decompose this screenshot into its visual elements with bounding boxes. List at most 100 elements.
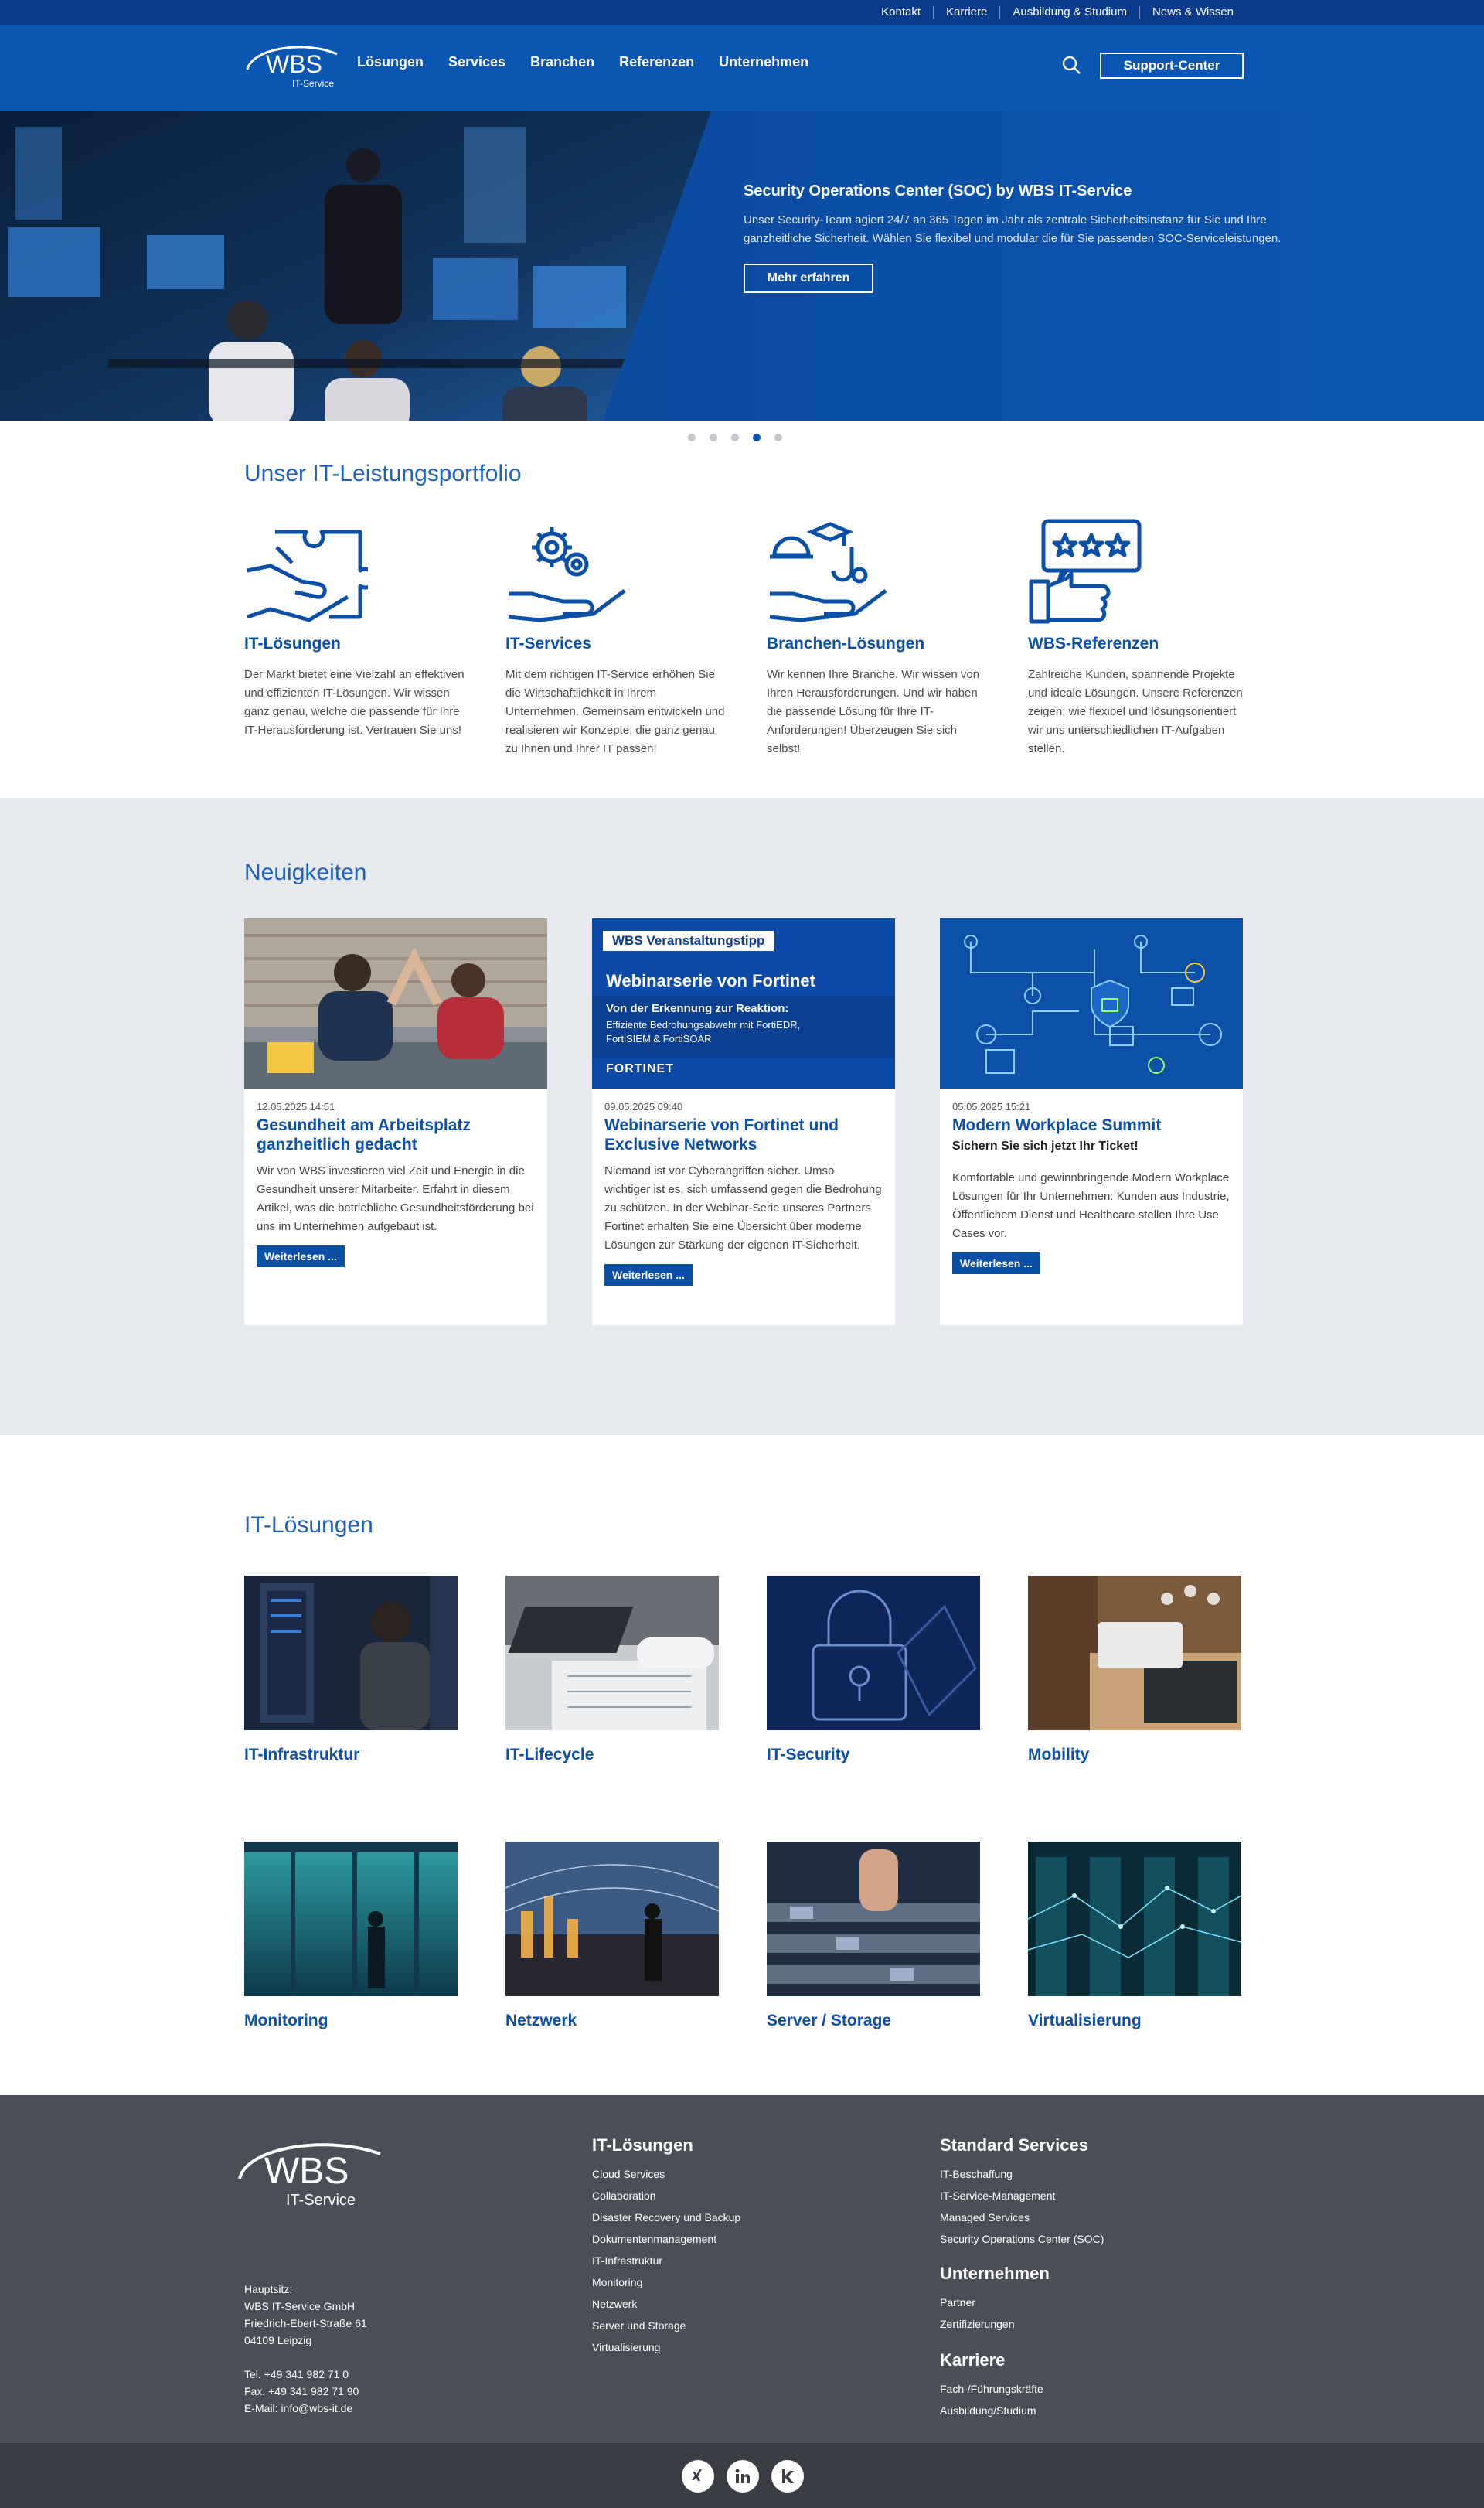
nav-unternehmen[interactable]: Unternehmen [719, 54, 808, 70]
read-more-button[interactable]: Weiterlesen ... [604, 1264, 693, 1286]
link-karriere[interactable]: Karriere [933, 6, 999, 19]
footer-link[interactable]: IT-Beschaffung [940, 2163, 1104, 2185]
footer-wbs-logo[interactable]: WBS IT-Service [237, 2135, 383, 2210]
solution-label[interactable]: Monitoring [244, 2012, 458, 2030]
footer-link[interactable]: Cloud Services [592, 2163, 740, 2185]
footer-link[interactable]: Zertifizierungen [940, 2313, 1050, 2335]
address-line: Friedrich-Ebert-Straße 61 [244, 2317, 367, 2329]
solution-tile-server-storage[interactable]: Server / Storage [767, 1842, 980, 2030]
news-title[interactable]: Webinarserie von Fortinet und Exclusive … [604, 1116, 883, 1154]
news-text: Niemand ist vor Cyberangriffen sicher. U… [604, 1164, 882, 1252]
news-title[interactable]: Modern Workplace Summit [952, 1116, 1230, 1135]
footer-link[interactable]: Monitoring [592, 2271, 740, 2293]
link-news[interactable]: News & Wissen [1139, 6, 1246, 19]
footer-link[interactable]: Collaboration [592, 2185, 740, 2206]
solution-label[interactable]: IT-Lifecycle [505, 1746, 719, 1764]
news-title: Neuigkeiten [244, 860, 367, 885]
slider-dot-1[interactable] [688, 434, 696, 441]
footer-link[interactable]: Disaster Recovery und Backup [592, 2206, 740, 2228]
news-text: Komfortable und gewinnbringende Modern W… [952, 1171, 1230, 1240]
portfolio-item-title[interactable]: IT-Services [505, 635, 730, 653]
footer-col-it-loesungen: IT-Lösungen Cloud Services Collaboration… [592, 2135, 740, 2358]
nav-loesungen[interactable]: Lösungen [357, 54, 424, 70]
slider-dot-2[interactable] [710, 434, 717, 441]
kununu-icon[interactable] [771, 2460, 804, 2493]
solution-tile-netzwerk[interactable]: Netzwerk [505, 1842, 719, 2030]
support-center-button[interactable]: Support-Center [1100, 53, 1244, 79]
footer-link[interactable]: Dokumentenmanagement [592, 2228, 740, 2250]
solution-image [1028, 1842, 1241, 1996]
search-icon[interactable] [1060, 54, 1082, 76]
solution-label[interactable]: Virtualisierung [1028, 2012, 1241, 2030]
news-image-health [244, 918, 547, 1089]
address-line: Hauptsitz: [244, 2283, 293, 2295]
solution-tile-monitoring[interactable]: Monitoring [244, 1842, 458, 2030]
solution-tile-virtualisierung[interactable]: Virtualisierung [1028, 1842, 1241, 2030]
solution-tile-lifecycle[interactable]: IT-Lifecycle [505, 1576, 719, 1764]
footer-link[interactable]: Partner [940, 2292, 1050, 2313]
nav-services[interactable]: Services [448, 54, 505, 70]
solution-label[interactable]: Mobility [1028, 1746, 1241, 1764]
footer-link[interactable]: Netzwerk [592, 2293, 740, 2315]
footer-link[interactable]: Virtualisierung [592, 2336, 740, 2358]
footer-logo-subtext: IT-Service [286, 2192, 356, 2209]
solution-image [505, 1576, 719, 1730]
wbs-logo[interactable]: WBS IT-Service [244, 42, 340, 91]
link-kontakt[interactable]: Kontakt [869, 6, 933, 19]
footer-link[interactable]: Fach-/Führungskräfte [940, 2378, 1043, 2400]
portfolio-item-it-services[interactable]: IT-Services Mit dem richtigen IT-Service… [505, 516, 730, 758]
banner-tag: WBS Veranstaltungstipp [603, 931, 774, 951]
solution-tile-infrastruktur[interactable]: IT-Infrastruktur [244, 1576, 458, 1764]
footer-link[interactable]: Managed Services [940, 2206, 1104, 2228]
linkedin-icon[interactable] [727, 2460, 759, 2493]
address-line: WBS IT-Service GmbH [244, 2300, 356, 2312]
solution-image [767, 1576, 980, 1730]
xing-icon[interactable] [682, 2460, 714, 2493]
solution-label[interactable]: IT-Infrastruktur [244, 1746, 458, 1764]
solution-tile-mobility[interactable]: Mobility [1028, 1576, 1241, 1764]
slider-dot-5[interactable] [774, 434, 782, 441]
address-email[interactable]: E-Mail: info@wbs-it.de [244, 2400, 367, 2417]
solution-image [244, 1842, 458, 1996]
news-subtitle: Sichern Sie sich jetzt Ihr Ticket! [952, 1140, 1139, 1153]
news-card[interactable]: WBS Veranstaltungstipp Webinarserie von … [592, 918, 895, 1325]
slider-dot-3[interactable] [731, 434, 739, 441]
portfolio-item-title[interactable]: WBS-Referenzen [1028, 635, 1252, 653]
nav-referenzen[interactable]: Referenzen [619, 54, 694, 70]
portfolio-item-referenzen[interactable]: WBS-Referenzen Zahlreiche Kunden, spanne… [1028, 516, 1252, 758]
news-card[interactable]: 05.05.2025 15:21 Modern Workplace Summit… [940, 918, 1243, 1325]
fortinet-logo: FORTINET [606, 1062, 674, 1075]
footer-link[interactable]: IT-Infrastruktur [592, 2250, 740, 2271]
slider-dots [688, 434, 782, 441]
solution-tile-security[interactable]: IT-Security [767, 1576, 980, 1764]
banner-sub: Von der Erkennung zur Reaktion: [606, 1002, 789, 1015]
link-ausbildung[interactable]: Ausbildung & Studium [999, 6, 1139, 19]
solution-label[interactable]: Netzwerk [505, 2012, 719, 2030]
solution-label[interactable]: IT-Security [767, 1746, 980, 1764]
portfolio-item-title[interactable]: Branchen-Lösungen [767, 635, 991, 653]
solution-label[interactable]: Server / Storage [767, 2012, 980, 2030]
address-phone[interactable]: Tel. +49 341 982 71 0 [244, 2366, 367, 2383]
slider-dot-4[interactable] [753, 434, 761, 441]
portfolio-item-text: Wir kennen Ihre Branche. Wir wissen von … [767, 668, 980, 755]
footer-col-unternehmen: Unternehmen Partner Zertifizierungen [940, 2264, 1050, 2335]
read-more-button[interactable]: Weiterlesen ... [257, 1245, 345, 1267]
footer-link[interactable]: Ausbildung/Studium [940, 2400, 1043, 2421]
footer-link[interactable]: Server und Storage [592, 2315, 740, 2336]
portfolio-item-title[interactable]: IT-Lösungen [244, 635, 468, 653]
hero-more-button[interactable]: Mehr erfahren [744, 264, 873, 293]
news-date: 05.05.2025 15:21 [952, 1101, 1031, 1113]
news-card[interactable]: 12.05.2025 14:51 Gesundheit am Arbeitspl… [244, 918, 547, 1325]
footer-address: Hauptsitz: WBS IT-Service GmbH Friedrich… [244, 2281, 367, 2417]
footer-heading: Karriere [940, 2350, 1006, 2370]
read-more-button[interactable]: Weiterlesen ... [952, 1252, 1040, 1274]
news-title[interactable]: Gesundheit am Arbeitsplatz ganzheitlich … [257, 1116, 535, 1154]
footer-link[interactable]: Security Operations Center (SOC) [940, 2228, 1104, 2250]
nav-branchen[interactable]: Branchen [530, 54, 594, 70]
news-image-workplace [940, 918, 1243, 1089]
banner-line2: FortiSIEM & FortiSOAR [606, 1033, 712, 1044]
address-fax: Fax. +49 341 982 71 90 [244, 2385, 359, 2397]
portfolio-item-branchen[interactable]: Branchen-Lösungen Wir kennen Ihre Branch… [767, 516, 991, 758]
footer-link[interactable]: IT-Service-Management [940, 2185, 1104, 2206]
portfolio-item-it-loesungen[interactable]: IT-Lösungen Der Markt bietet eine Vielza… [244, 516, 468, 740]
